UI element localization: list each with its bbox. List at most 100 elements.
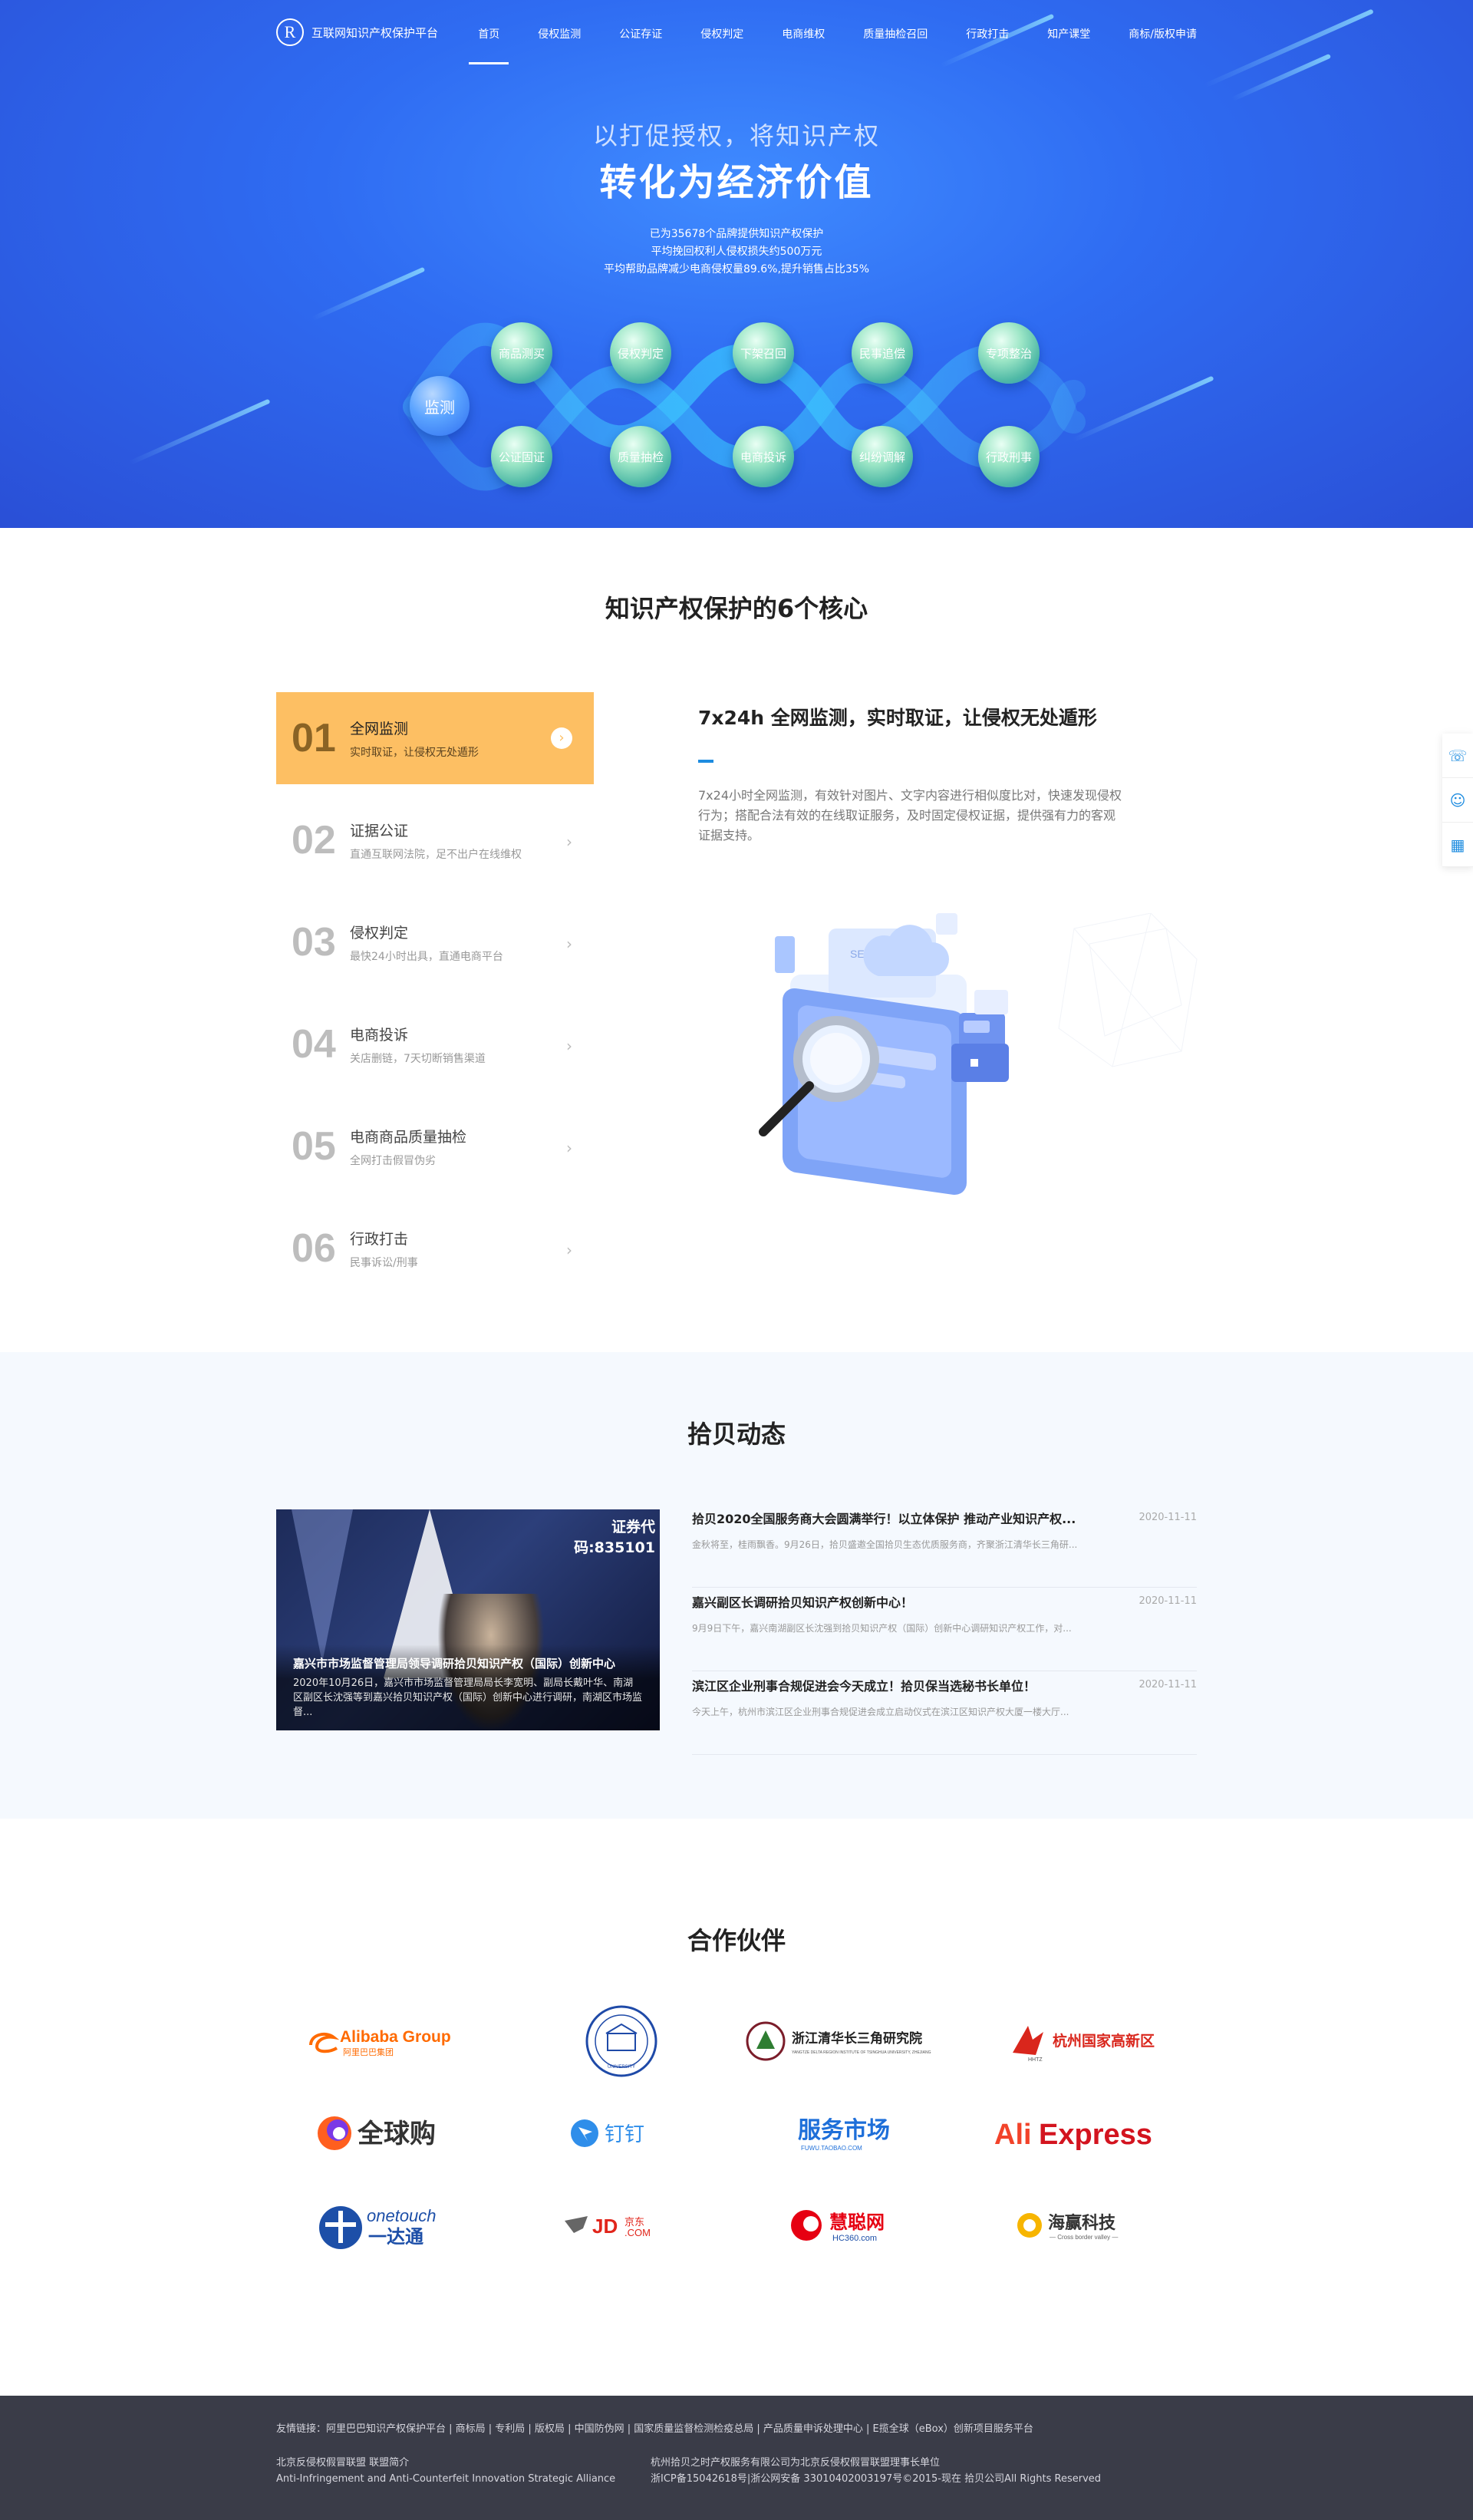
partner-logo-tsinghua-institute[interactable]: 浙江清华长三角研究院 YANGTZE DELTA REGION INSTITUT… xyxy=(736,1995,967,2087)
core-item-desc: 直通互联网法院，足不出户在线维权 xyxy=(350,848,522,861)
footer: 友情链接：阿里巴巴知识产权保护平台 | 商标局 | 专利局 | 版权局 | 中国… xyxy=(0,2396,1473,2520)
footer-alliance-en: Anti-Infringement and Anti-Counterfeit I… xyxy=(276,2473,616,2485)
helix-center-bubble[interactable]: 监测 xyxy=(410,376,470,436)
nav-item-quality[interactable]: 质量抽检召回 xyxy=(863,0,928,64)
news-item-title: 滨江区企业刑事合规促进会今天成立！拾贝保当选秘书长单位！ xyxy=(692,1679,1036,1694)
core-item[interactable]: 06 行政打击 民事诉讼/刑事 › xyxy=(276,1202,594,1295)
core-item-desc: 民事诉讼/刑事 xyxy=(350,1256,418,1269)
helix-top-bubble[interactable]: 侵权判定 xyxy=(610,322,671,384)
news-item[interactable]: 拾贝2020全国服务商大会圆满举行！以立体保护 推动产业知识产权... 金秋将至… xyxy=(692,1504,1197,1588)
core-item[interactable]: 02 证据公证 直通互联网法院，足不出户在线维权 › xyxy=(276,794,594,886)
helix-top-bubble[interactable]: 专项整治 xyxy=(978,322,1040,384)
partner-logo-university[interactable]: UNIVERSITY xyxy=(506,1995,736,2087)
helix-bottom-bubble[interactable]: 公证固证 xyxy=(491,426,552,487)
nav-item-monitoring[interactable]: 侵权监测 xyxy=(538,0,581,64)
partner-logo-haiying[interactable]: 海赢科技 — Cross border valley — xyxy=(967,2179,1197,2271)
svg-text:全球购: 全球购 xyxy=(357,2119,436,2149)
core-item-desc: 最快24小时出具，直通电商平台 xyxy=(350,950,503,963)
partner-logo-hc360[interactable]: 慧聪网 HC360.com xyxy=(736,2179,967,2271)
core-item[interactable]: 05 电商商品质量抽检 全网打击假冒伪劣 › xyxy=(276,1100,594,1192)
helix-top-bubble[interactable]: 民事追偿 xyxy=(852,322,913,384)
chevron-right-icon: › xyxy=(566,1037,572,1055)
nav-menu: 首页 侵权监测 公证存证 侵权判定 电商维权 质量抽检召回 行政打击 知产课堂 … xyxy=(440,0,1197,64)
news-item-title: 拾贝2020全国服务商大会圆满举行！以立体保护 推动产业知识产权... xyxy=(692,1512,1076,1526)
partner-logo-onetouch[interactable]: onetouch 一达通 xyxy=(276,2179,506,2271)
helix-bottom-bubble[interactable]: 质量抽检 xyxy=(610,426,671,487)
core-item-title: 电商商品质量抽检 xyxy=(350,1128,467,1146)
news-item-date: 2020-11-11 xyxy=(1139,1679,1197,1690)
chevron-right-icon: › xyxy=(566,1241,572,1259)
chevron-right-icon: › xyxy=(551,727,572,749)
helix-bottom-bubble[interactable]: 电商投诉 xyxy=(733,426,794,487)
partner-logo-dingding[interactable]: 钉钉 xyxy=(506,2087,736,2179)
news-item-desc: 今天上午，杭州市滨江区企业刑事合规促进会成立启动仪式在滨江区知识产权大厦一楼大厅… xyxy=(692,1707,1069,1717)
core-item-text: 证据公证 直通互联网法院，足不出户在线维权 xyxy=(350,820,522,862)
partners-section-title: 合作伙伴 xyxy=(687,1926,786,1955)
logo-text: 互联网知识产权保护平台 xyxy=(311,25,439,40)
helix-top-bubble[interactable]: 商品测买 xyxy=(491,322,552,384)
partner-logo-hangzhou-hightech[interactable]: HHTZ 杭州国家高新区 xyxy=(967,1995,1197,2087)
nav-item-application[interactable]: 商标/版权申请 xyxy=(1129,0,1197,64)
partner-logo-alibaba[interactable]: Alibaba Group 阿里巴巴集团 xyxy=(276,1995,506,2087)
news-item-desc: 金秋将至，桂雨飘香。9月26日，拾贝盛邀全国拾贝生态优质服务商，齐聚浙江清华长三… xyxy=(692,1539,1078,1550)
core-item-text: 侵权判定 最快24小时出具，直通电商平台 xyxy=(350,922,503,964)
nav-item-judgement[interactable]: 侵权判定 xyxy=(700,0,743,64)
core-list: 01 全网监测 实时取证，让侵权无处遁形 › 02 证据公证 直通互联网法院，足… xyxy=(276,692,594,1305)
qrcode-icon[interactable]: ▦ xyxy=(1442,823,1473,867)
svg-text:Ali: Ali xyxy=(994,2119,1032,2151)
svg-text:HC360.com: HC360.com xyxy=(832,2234,877,2243)
helix-bottom-bubble[interactable]: 行政刑事 xyxy=(978,426,1040,487)
chevron-right-icon: › xyxy=(566,1139,572,1157)
core-item-number: 04 xyxy=(292,1022,336,1067)
footer-copyright: 浙ICP备15042618号|浙公网安备 33010402003197号©201… xyxy=(651,2473,1102,2485)
core-item[interactable]: 03 侵权判定 最快24小时出具，直通电商平台 › xyxy=(276,896,594,988)
helix-bottom-bubble[interactable]: 纠纷调解 xyxy=(852,426,913,487)
light-streak xyxy=(1072,375,1214,443)
news-list: 拾贝2020全国服务商大会圆满举行！以立体保护 推动产业知识产权... 金秋将至… xyxy=(692,1504,1197,1755)
core-item-number: 01 xyxy=(292,716,336,760)
nav-item-classroom[interactable]: 知产课堂 xyxy=(1047,0,1090,64)
friend-links[interactable]: 友情链接：阿里巴巴知识产权保护平台 | 商标局 | 专利局 | 版权局 | 中国… xyxy=(276,2420,1033,2435)
footer-alliance: 北京反侵权假冒联盟 联盟简介 Anti-Infringement and Ant… xyxy=(276,2455,615,2487)
light-streak xyxy=(1231,53,1332,102)
footer-alliance-title[interactable]: 北京反侵权假冒联盟 联盟简介 xyxy=(276,2455,615,2471)
customer-service-icon[interactable]: ☺ xyxy=(1442,778,1473,823)
svg-text:Express: Express xyxy=(1039,2119,1152,2151)
core-item-title: 行政打击 xyxy=(350,1230,409,1248)
partner-logo-quanqiugou[interactable]: 全球购 xyxy=(276,2087,506,2179)
news-item[interactable]: 滨江区企业刑事合规促进会今天成立！拾贝保当选秘书长单位！ 今天上午，杭州市滨江区… xyxy=(692,1671,1197,1755)
nav-item-notarization[interactable]: 公证存证 xyxy=(619,0,662,64)
nav-item-home[interactable]: 首页 xyxy=(469,0,509,64)
svg-text:FUWU.TAOBAO.COM: FUWU.TAOBAO.COM xyxy=(801,2145,862,2152)
core-item[interactable]: 01 全网监测 实时取证，让侵权无处遁形 › xyxy=(276,692,594,784)
helix-top-bubble[interactable]: 下架召回 xyxy=(733,322,794,384)
svg-text:JD: JD xyxy=(592,2215,618,2238)
svg-text:Alibaba Group: Alibaba Group xyxy=(340,2028,451,2046)
core-item-text: 电商商品质量抽检 全网打击假冒伪劣 xyxy=(350,1126,466,1168)
partner-logo-fuwu[interactable]: 服务市场 FUWU.TAOBAO.COM xyxy=(736,2087,967,2179)
svg-text:杭州国家高新区: 杭州国家高新区 xyxy=(1053,2032,1155,2050)
core-item-number: 05 xyxy=(292,1124,336,1169)
core-item[interactable]: 04 电商投诉 关店删链，7天切断销售渠道 › xyxy=(276,998,594,1090)
news-section-title: 拾贝动态 xyxy=(687,1420,786,1449)
featured-news-card[interactable]: 证券代码:835101 嘉兴市市场监督管理局领导调研拾贝知识产权（国际）创新中心… xyxy=(276,1509,660,1730)
stat-line: 已为35678个品牌提供知识产权保护 xyxy=(649,228,824,240)
hero-subtitle: 以打促授权，将知识产权 xyxy=(592,121,880,150)
core-item-number: 03 xyxy=(292,920,336,965)
footer-company: 杭州拾贝之时产权服务有限公司为北京反侵权假冒联盟理事长单位 浙ICP备15042… xyxy=(651,2455,1101,2487)
svg-text:浙江清华长三角研究院: 浙江清华长三角研究院 xyxy=(792,2030,922,2047)
svg-text:服务市场: 服务市场 xyxy=(798,2117,890,2144)
site-logo[interactable]: R 互联网知识产权保护平台 xyxy=(276,18,438,46)
logo-icon: R xyxy=(276,18,304,46)
partner-logo-aliexpress[interactable]: Ali Express xyxy=(967,2087,1197,2179)
phone-icon[interactable]: ☏ xyxy=(1442,734,1473,778)
svg-text:UNIVERSITY: UNIVERSITY xyxy=(608,2065,635,2070)
partner-logo-jd[interactable]: JD 京东 .COM xyxy=(506,2179,736,2271)
nav-item-ecommerce[interactable]: 电商维权 xyxy=(782,0,825,64)
featured-news-title: 嘉兴市市场监督管理局领导调研拾贝知识产权（国际）创新中心 xyxy=(293,1657,616,1671)
news-item[interactable]: 嘉兴副区长调研拾贝知识产权创新中心！ 9月9日下午，嘉兴南湖副区长沈强到拾贝知识… xyxy=(692,1588,1197,1671)
nav-item-enforcement[interactable]: 行政打击 xyxy=(966,0,1009,64)
core-item-title: 电商投诉 xyxy=(350,1026,409,1044)
core-item-title: 全网监测 xyxy=(350,720,409,737)
top-nav: R 互联网知识产权保护平台 首页 侵权监测 公证存证 侵权判定 电商维权 质量抽… xyxy=(276,0,1197,64)
